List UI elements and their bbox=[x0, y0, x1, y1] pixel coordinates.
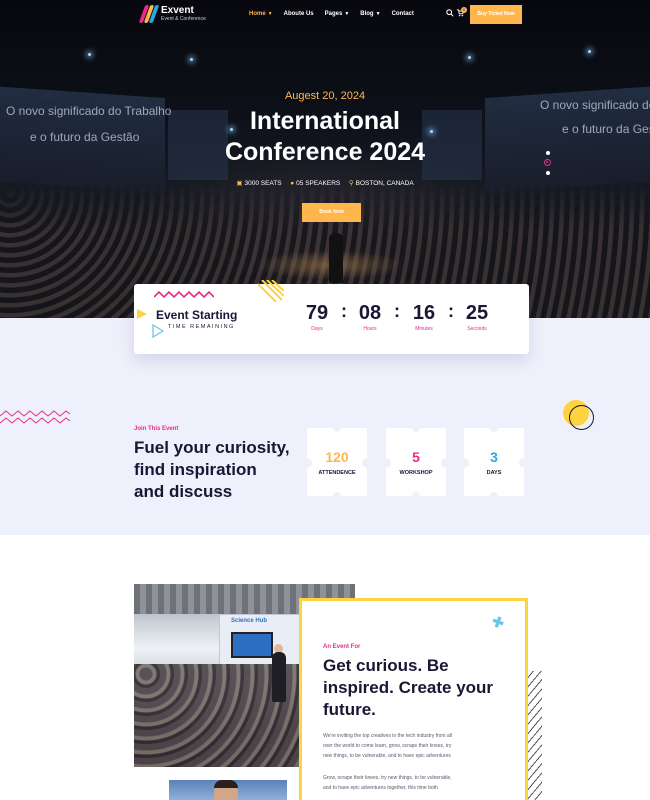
about-paragraph: We're inviting the top creatives in the … bbox=[323, 731, 483, 761]
logo-mark-icon bbox=[138, 5, 160, 23]
stat-card-attendence: 120 ATTENDENCE bbox=[302, 428, 372, 496]
hero-title-line: Conference 2024 bbox=[224, 138, 426, 166]
nav-item-label: Home bbox=[249, 11, 266, 17]
stat-value: 3 bbox=[490, 449, 498, 465]
nav-item-label: Contact bbox=[391, 11, 414, 17]
countdown-card: Event Starting TIME REMAINING 79 Days : … bbox=[134, 280, 529, 354]
brand-name: Exvent bbox=[161, 4, 194, 16]
hero-title-line: International bbox=[249, 107, 400, 135]
nav-menu: Home ▼ Aboute Us Pages ▼ Blog ▼ Contact bbox=[249, 11, 425, 17]
nav-item-about[interactable]: Aboute Us bbox=[284, 11, 314, 17]
chevron-down-icon: ▼ bbox=[375, 11, 381, 17]
stat-card-days: 3 DAYS bbox=[459, 428, 529, 496]
nav-item-home[interactable]: Home ▼ bbox=[249, 11, 273, 17]
stat-label: WORKSHOP bbox=[399, 470, 433, 476]
join-heading-line: find inspiration bbox=[134, 460, 257, 479]
countdown-separator: : bbox=[341, 301, 347, 321]
countdown-separator: : bbox=[448, 301, 454, 321]
brand-logo[interactable]: Exvent Event & Conference bbox=[138, 4, 206, 23]
book-now-button[interactable]: Book Now bbox=[302, 203, 361, 222]
about-paragraph: Grow, scrape their knees, try new things… bbox=[323, 773, 483, 793]
join-eyebrow: Join This Event bbox=[134, 426, 179, 432]
countdown-value: 25 bbox=[465, 302, 489, 324]
nav-item-label: Aboute Us bbox=[283, 11, 314, 17]
countdown-label: Minutes bbox=[415, 326, 433, 332]
about-heading-line: inspired. Create your bbox=[323, 678, 494, 697]
countdown-separator: : bbox=[394, 301, 400, 321]
stage-light bbox=[468, 56, 471, 59]
hero-date: Augest 20, 2024 bbox=[284, 90, 366, 102]
join-heading-line: and discuss bbox=[134, 482, 233, 501]
countdown-label: Days bbox=[311, 326, 323, 332]
paragraph-line: We're inviting the top creatives in the … bbox=[323, 733, 452, 739]
hero-speakers: 05 SPEAKERS bbox=[296, 180, 341, 187]
countdown-days: 79 Days bbox=[297, 302, 337, 332]
stripes-decoration bbox=[528, 671, 542, 800]
zigzag-decoration bbox=[154, 291, 214, 299]
hero-meta: ▣ 3000 SEATS ● 05 SPEAKERS ⚲ BOSTON, CANADA bbox=[0, 179, 650, 187]
paragraph-line: over the world to come learn, grow, scra… bbox=[323, 743, 452, 749]
chevron-down-icon: ▼ bbox=[267, 11, 273, 17]
search-icon[interactable] bbox=[446, 9, 454, 19]
about-heading-line: Get curious. Be bbox=[323, 656, 449, 675]
nav-item-pages[interactable]: Pages ▼ bbox=[325, 11, 350, 17]
stage-light bbox=[88, 53, 91, 56]
countdown-hours: 08 Hours bbox=[350, 302, 390, 332]
paragraph-line: and to have epic adventures together, th… bbox=[323, 785, 438, 791]
about-heading: Get curious. Be inspired. Create your fu… bbox=[323, 655, 513, 721]
about-eyebrow: An Event For bbox=[323, 644, 361, 650]
circle-outline-decoration bbox=[569, 405, 594, 430]
countdown-subtitle: TIME REMAINING bbox=[168, 324, 235, 330]
stat-value: 120 bbox=[325, 449, 349, 465]
nav-item-label: Pages bbox=[324, 11, 343, 17]
countdown-value: 16 bbox=[412, 302, 436, 324]
countdown-label: Seconds bbox=[467, 326, 487, 332]
join-heading: Fuel your curiosity, find inspiration an… bbox=[134, 437, 304, 503]
triangle-outline-decoration bbox=[152, 324, 164, 338]
about-heading-line: future. bbox=[323, 700, 376, 719]
photo-sign-text: Science Hub bbox=[231, 618, 268, 624]
paragraph-line: new things, to be vulnerable, and to hav… bbox=[323, 753, 451, 759]
triangle-decoration bbox=[137, 309, 147, 319]
paragraph-line: Grow, scrape their knees, try new things… bbox=[323, 775, 452, 781]
nav-item-label: Blog bbox=[360, 11, 374, 17]
main-nav: Exvent Event & Conference Home ▼ Aboute U… bbox=[0, 0, 650, 30]
stat-card-workshop: 5 WORKSHOP bbox=[381, 428, 451, 496]
countdown-value: 79 bbox=[305, 302, 329, 324]
stat-label: ATTENDENCE bbox=[318, 470, 356, 476]
stat-value: 5 bbox=[412, 449, 420, 465]
hero-seats: 3000 SEATS bbox=[244, 180, 282, 187]
buy-ticket-button[interactable]: Buy Ticket Now bbox=[470, 5, 522, 24]
hero-speaker bbox=[329, 233, 343, 283]
speaker-icon: ● bbox=[290, 180, 295, 187]
countdown-value: 08 bbox=[358, 302, 382, 324]
location-pin-icon: ⚲ bbox=[348, 180, 354, 187]
stage-light bbox=[588, 50, 591, 53]
slider-dot-2[interactable] bbox=[544, 159, 551, 166]
chevron-down-icon: ▼ bbox=[344, 11, 350, 17]
join-heading-line: Fuel your curiosity, bbox=[134, 438, 290, 457]
hero-title: International Conference 2024 bbox=[0, 106, 650, 168]
countdown-title: Event Starting bbox=[156, 308, 238, 322]
seat-icon: ▣ bbox=[236, 180, 243, 187]
zigzag-decoration bbox=[0, 410, 70, 424]
countdown-label: Hours bbox=[363, 326, 377, 332]
stage-light bbox=[190, 58, 193, 61]
slider-dot-1[interactable] bbox=[546, 151, 550, 155]
stripes-decoration bbox=[258, 280, 284, 302]
hero-location: BOSTON, CANADA bbox=[355, 180, 414, 187]
slider-dot-3[interactable] bbox=[546, 171, 550, 175]
nav-item-contact[interactable]: Contact bbox=[392, 11, 414, 17]
nav-item-blog[interactable]: Blog ▼ bbox=[360, 11, 380, 17]
countdown-seconds: 25 Seconds bbox=[457, 302, 497, 332]
stat-label: DAYS bbox=[486, 470, 502, 476]
hero-section: O novo significado do Trabalho e o futur… bbox=[0, 0, 650, 318]
cart-count-badge: 0 bbox=[461, 7, 467, 13]
speaker-photo bbox=[169, 780, 287, 800]
brand-tagline: Event & Conference bbox=[161, 15, 206, 22]
countdown-minutes: 16 Minutes bbox=[404, 302, 444, 332]
